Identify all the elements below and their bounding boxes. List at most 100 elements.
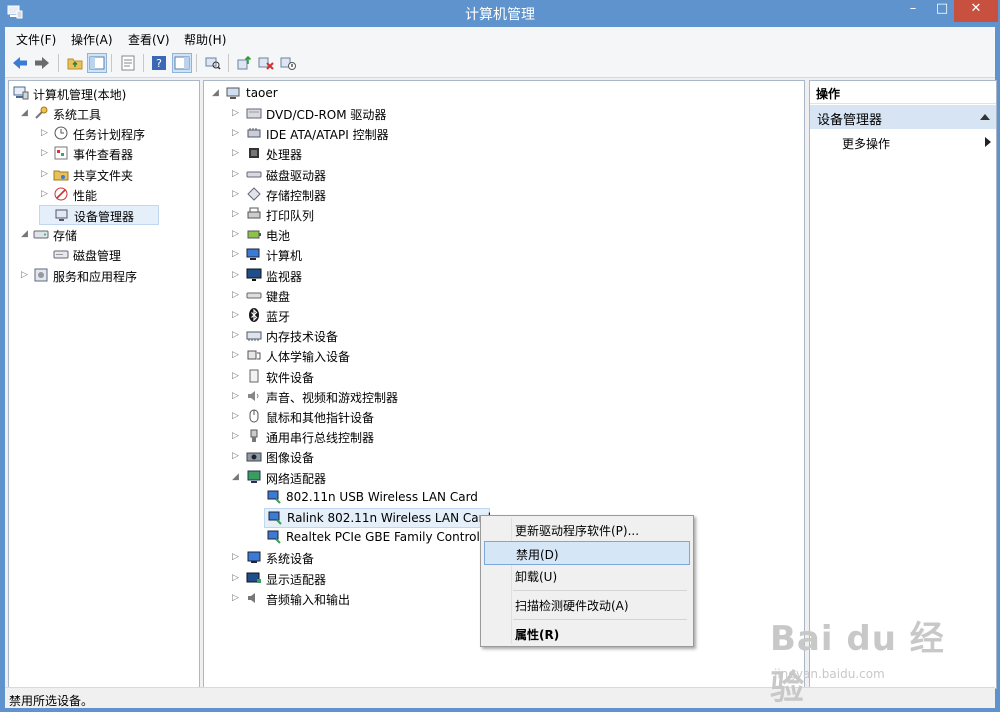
submenu-arrow-icon[interactable] <box>985 137 991 147</box>
action-pane-toggle-icon[interactable] <box>172 53 192 73</box>
tree-item-label: 共享文件夹 <box>73 168 134 183</box>
expand-arrow-icon[interactable]: ▷ <box>232 229 240 239</box>
collapse-up-icon[interactable] <box>980 113 990 121</box>
update-driver-icon[interactable] <box>235 54 253 72</box>
device-category-6[interactable]: ▷ 打印队列 <box>230 205 490 223</box>
menu-view[interactable]: 查看(V) <box>128 31 170 48</box>
expand-arrow-icon[interactable]: ▷ <box>232 128 240 138</box>
device-category-2[interactable]: ▷ IDE ATA/ATAPI 控制器 <box>230 124 490 142</box>
device-category-16[interactable]: ▷ 鼠标和其他指针设备 <box>230 407 490 425</box>
device-category-1[interactable]: ▷ DVD/CD-ROM 驱动器 <box>230 104 490 122</box>
tree-item-9[interactable]: ▷ 服务和应用程序 <box>19 266 189 284</box>
tree-item-label: 处理器 <box>266 148 303 163</box>
tree-item-3[interactable]: ▷ 事件查看器 <box>39 144 199 162</box>
device-category-after-2[interactable]: ▷ 显示适配器 <box>230 569 490 587</box>
expand-arrow-icon[interactable]: ▷ <box>232 290 240 300</box>
device-category-3[interactable]: ▷ 处理器 <box>230 144 490 162</box>
expand-arrow-icon[interactable]: ▷ <box>232 330 240 340</box>
title-bar[interactable]: 计算机管理 – □ ✕ <box>0 0 1000 25</box>
action-group-device-manager[interactable]: 设备管理器 <box>810 105 996 129</box>
tree-item-7[interactable]: ◢ 存储 <box>19 225 189 243</box>
expand-arrow-icon[interactable]: ▷ <box>41 169 49 179</box>
tree-item-computer-root[interactable]: ◢ taoer <box>210 84 410 102</box>
device-category-8[interactable]: ▷ 计算机 <box>230 245 490 263</box>
sound-icon <box>248 390 259 401</box>
context-scan-hardware[interactable]: 扫描检测硬件改动(A) <box>484 593 688 615</box>
forward-icon[interactable] <box>33 54 51 72</box>
collapse-arrow-icon[interactable]: ◢ <box>212 88 220 98</box>
expand-arrow-icon[interactable]: ▷ <box>232 431 240 441</box>
device-category-7[interactable]: ▷ 电池 <box>230 225 490 243</box>
tree-item-6[interactable]: 设备管理器 <box>39 205 159 225</box>
device-category-5[interactable]: ▷ 存储控制器 <box>230 185 490 203</box>
expand-arrow-icon[interactable]: ▷ <box>232 108 240 118</box>
expand-arrow-icon[interactable]: ▷ <box>232 391 240 401</box>
properties-icon[interactable] <box>119 54 137 72</box>
device-category-after-3[interactable]: ▷ 音频输入和输出 <box>230 589 490 607</box>
expand-arrow-icon[interactable]: ▷ <box>232 310 240 320</box>
expand-arrow-icon[interactable]: ▷ <box>232 451 240 461</box>
device-category-4[interactable]: ▷ 磁盘驱动器 <box>230 165 490 183</box>
expand-arrow-icon[interactable]: ▷ <box>41 148 49 158</box>
expand-arrow-icon[interactable]: ▷ <box>232 270 240 280</box>
menu-help[interactable]: 帮助(H) <box>184 31 226 48</box>
back-icon[interactable] <box>11 54 29 72</box>
menu-file[interactable]: 文件(F) <box>16 31 56 48</box>
more-actions-item[interactable]: 更多操作 <box>842 135 890 152</box>
device-category-18[interactable]: ▷ 图像设备 <box>230 447 490 465</box>
device-category-13[interactable]: ▷ 人体学输入设备 <box>230 346 490 364</box>
tree-item-4[interactable]: ▷ 共享文件夹 <box>39 165 199 183</box>
disable-device-icon[interactable] <box>279 54 297 72</box>
expand-arrow-icon[interactable]: ▷ <box>232 189 240 199</box>
device-category-19[interactable]: ◢ 网络适配器 <box>230 468 490 486</box>
action-pane-header: 操作 <box>810 81 996 104</box>
device-category-17[interactable]: ▷ 通用串行总线控制器 <box>230 427 490 445</box>
show-hide-tree-icon[interactable] <box>87 53 107 73</box>
menu-action[interactable]: 操作(A) <box>71 31 113 48</box>
collapse-arrow-icon[interactable]: ◢ <box>21 229 29 239</box>
expand-arrow-icon[interactable]: ▷ <box>232 371 240 381</box>
expand-arrow-icon[interactable]: ▷ <box>232 249 240 259</box>
expand-arrow-icon[interactable]: ▷ <box>41 128 49 138</box>
help-icon[interactable]: ? <box>150 54 168 72</box>
expand-arrow-icon[interactable]: ▷ <box>232 573 240 583</box>
context-disable[interactable]: 禁用(D) <box>484 541 690 565</box>
expand-arrow-icon[interactable]: ▷ <box>232 593 240 603</box>
tree-item-label: 蓝牙 <box>266 310 291 324</box>
collapse-arrow-icon[interactable]: ◢ <box>232 472 240 482</box>
scan-hardware-icon[interactable] <box>204 54 222 72</box>
tree-item-2[interactable]: ▷ 任务计划程序 <box>39 124 199 142</box>
minimize-button[interactable]: – <box>896 0 930 22</box>
context-item-label: 禁用(D) <box>516 548 559 562</box>
device-category-10[interactable]: ▷ 键盘 <box>230 286 490 304</box>
expand-arrow-icon[interactable]: ▷ <box>232 169 240 179</box>
tree-item-5[interactable]: ▷ 性能 <box>39 185 199 203</box>
close-button[interactable]: ✕ <box>954 0 998 22</box>
tree-item-1[interactable]: ◢ 系统工具 <box>19 104 189 122</box>
tree-item-8[interactable]: 磁盘管理 <box>39 245 199 263</box>
uninstall-device-icon[interactable] <box>257 54 275 72</box>
context-properties[interactable]: 属性(R) <box>484 622 688 644</box>
expand-arrow-icon[interactable]: ▷ <box>41 189 49 199</box>
expand-arrow-icon[interactable]: ▷ <box>232 552 240 562</box>
device-category-after-1[interactable]: ▷ 系统设备 <box>230 548 490 566</box>
device-category-9[interactable]: ▷ 监视器 <box>230 266 490 284</box>
expand-arrow-icon[interactable]: ▷ <box>232 148 240 158</box>
device-category-15[interactable]: ▷ 声音、视频和游戏控制器 <box>230 387 490 405</box>
device-category-11[interactable]: ▷ 蓝牙 <box>230 306 490 324</box>
up-folder-icon[interactable] <box>66 54 84 72</box>
collapse-arrow-icon[interactable]: ◢ <box>21 108 29 118</box>
expand-arrow-icon[interactable]: ▷ <box>232 350 240 360</box>
expand-arrow-icon[interactable]: ▷ <box>21 270 29 280</box>
tree-item-root[interactable]: 计算机管理(本地) <box>13 84 193 102</box>
expand-arrow-icon[interactable]: ▷ <box>232 209 240 219</box>
network-device-1[interactable]: 802.11n USB Wireless LAN Card <box>264 488 524 506</box>
toolbar-separator <box>228 54 229 72</box>
context-update-driver[interactable]: 更新驱动程序软件(P)... <box>484 518 688 540</box>
device-category-14[interactable]: ▷ 软件设备 <box>230 367 490 385</box>
device-category-12[interactable]: ▷ 内存技术设备 <box>230 326 490 344</box>
maximize-button[interactable]: □ <box>930 0 954 22</box>
network-device-2[interactable]: Ralink 802.11n Wireless LAN Card <box>264 508 491 528</box>
expand-arrow-icon[interactable]: ▷ <box>232 411 240 421</box>
context-uninstall[interactable]: 卸载(U) <box>484 564 688 586</box>
